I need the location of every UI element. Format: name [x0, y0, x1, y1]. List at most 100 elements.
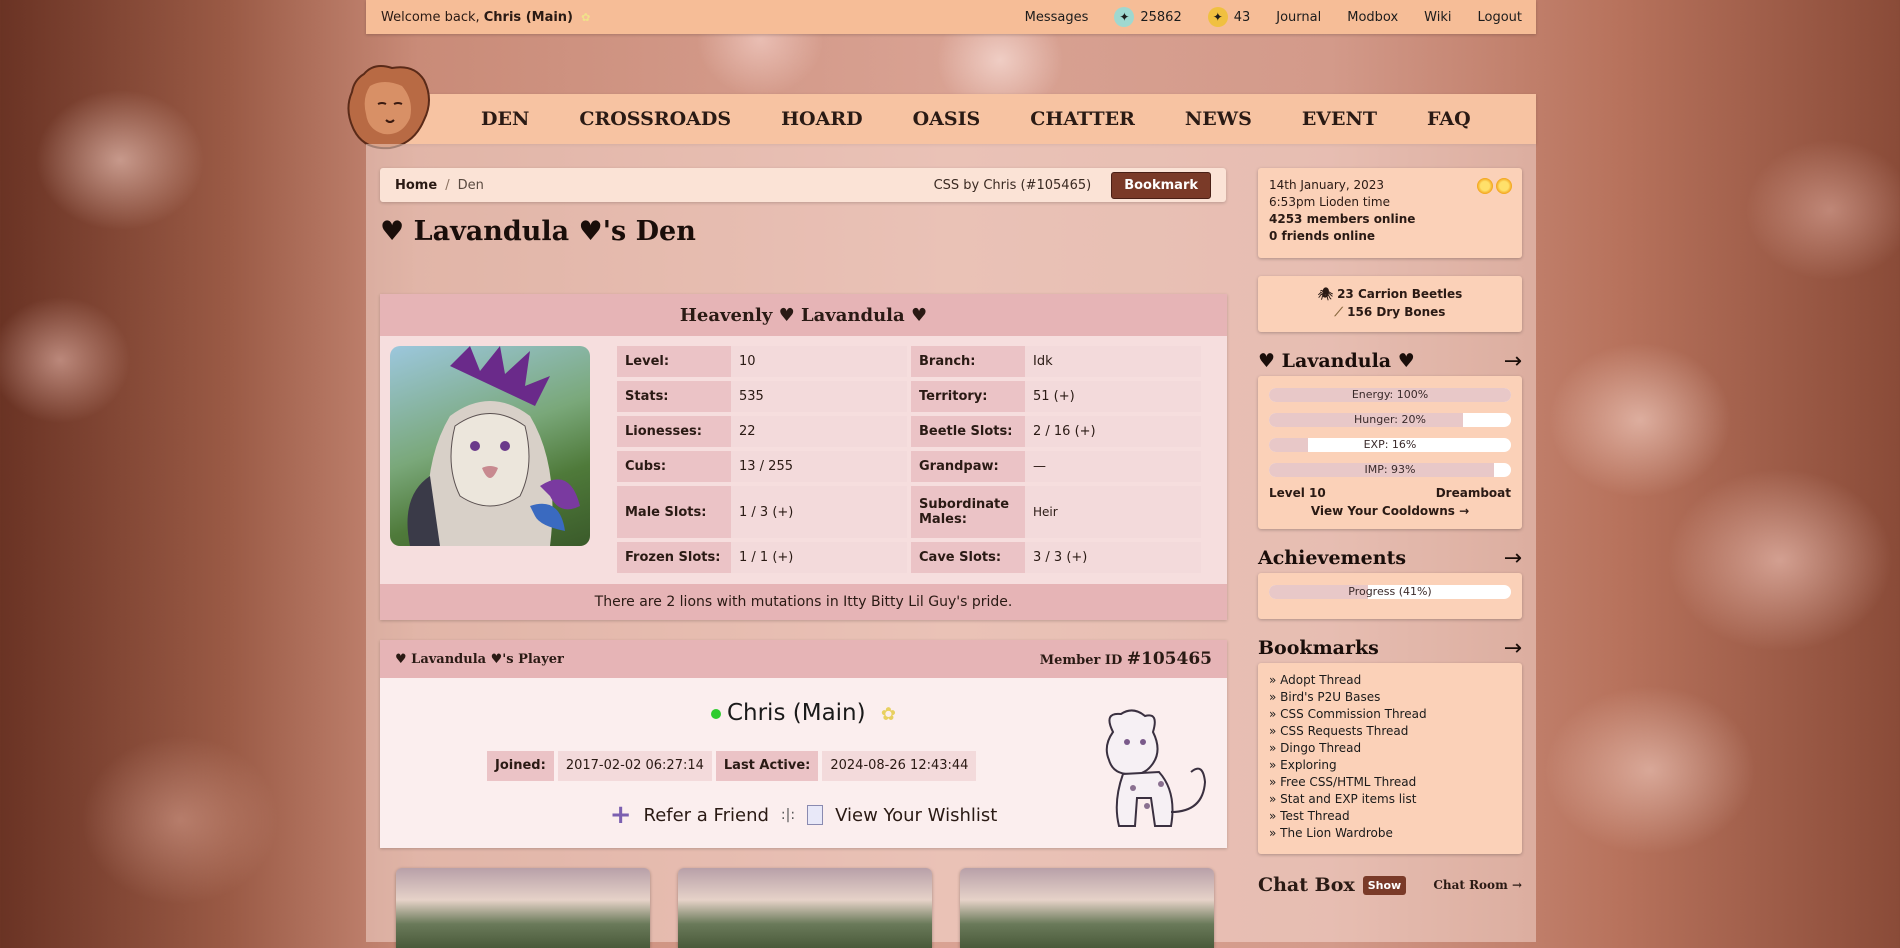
nav-crossroads[interactable]: CROSSROADS: [579, 108, 731, 130]
nav-news[interactable]: NEWS: [1185, 108, 1252, 130]
bookmark-link[interactable]: » CSS Commission Thread: [1269, 706, 1511, 723]
imp-bar: IMP: 93%: [1269, 463, 1511, 477]
male-slots-value[interactable]: 1 / 3 (+): [731, 486, 907, 538]
nav-den[interactable]: DEN: [481, 108, 529, 130]
arrow-right-icon[interactable]: →: [1504, 349, 1522, 374]
bookmark-button[interactable]: Bookmark: [1111, 171, 1211, 199]
achievements-box: Progress (41%): [1258, 573, 1522, 619]
arrow-right-icon[interactable]: →: [1504, 546, 1522, 571]
journal-link[interactable]: Journal: [1276, 10, 1321, 25]
main-nav: DEN CROSSROADS HOARD OASIS CHATTER NEWS …: [366, 94, 1536, 144]
wiki-link[interactable]: Wiki: [1424, 10, 1451, 25]
stat-label: Branch:: [911, 346, 1025, 377]
waterfall-image[interactable]: [678, 868, 932, 948]
lion-logo-icon[interactable]: [344, 60, 434, 152]
member-id-label: Member ID: [1039, 653, 1123, 668]
lion-stats-grid: Level: 10 Branch: Idk Stats: 535 Territo…: [617, 346, 1209, 573]
members-online[interactable]: 4253 members online: [1269, 211, 1511, 228]
nav-chatter[interactable]: CHATTER: [1030, 108, 1135, 130]
nav-faq[interactable]: FAQ: [1427, 108, 1471, 130]
joined-value: 2017-02-02 06:27:14: [557, 751, 712, 781]
username[interactable]: Chris (Main): [484, 10, 573, 25]
modbox-link[interactable]: Modbox: [1347, 10, 1398, 25]
wishlist-link[interactable]: View Your Wishlist: [835, 805, 997, 826]
achievements-title[interactable]: Achievements: [1258, 547, 1406, 569]
waterfall-image[interactable]: [396, 868, 650, 948]
breadcrumb: Home / Den CSS by Chris (#105465) Bookma…: [380, 168, 1226, 202]
waterfall-image[interactable]: [960, 868, 1214, 948]
player-card-header: ♥ Lavandula ♥'s Player Member ID #105465: [380, 640, 1227, 678]
breadcrumb-home[interactable]: Home: [395, 178, 437, 193]
chat-box-heading: Chat Box Show Chat Room →: [1258, 870, 1522, 900]
arrow-right-icon[interactable]: →: [1504, 636, 1522, 661]
energy-bar: Energy: 100%: [1269, 388, 1511, 402]
friends-online[interactable]: 0 friends online: [1269, 228, 1511, 245]
bone-icon: ⟋: [1334, 305, 1343, 319]
dry-bones: ⟋ 156 Dry Bones: [1269, 303, 1511, 321]
bookmark-link[interactable]: » Dingo Thread: [1269, 740, 1511, 757]
bookmark-link[interactable]: » CSS Requests Thread: [1269, 723, 1511, 740]
stat-value: 10: [731, 346, 907, 377]
achievements-heading: Achievements →: [1258, 543, 1522, 573]
chat-show-button[interactable]: Show: [1362, 875, 1407, 895]
stat-label: Grandpaw:: [911, 451, 1025, 482]
plus-icon: +: [609, 800, 632, 830]
nav-hoard[interactable]: HOARD: [781, 108, 863, 130]
nav-oasis[interactable]: OASIS: [913, 108, 981, 130]
online-status-icon: [710, 708, 721, 719]
last-active-value: 2024-08-26 12:43:44: [822, 751, 977, 781]
lion-summary-title[interactable]: ♥ Lavandula ♥: [1258, 350, 1415, 372]
page-title: ♥ Lavandula ♥'s Den: [380, 216, 696, 247]
lion-portrait[interactable]: [390, 346, 590, 546]
stat-value: Idk: [1025, 346, 1201, 377]
chat-room-link[interactable]: Chat Room →: [1433, 878, 1522, 892]
hunger-bar: Hunger: 20%: [1269, 413, 1511, 427]
nav-event[interactable]: EVENT: [1302, 108, 1377, 130]
player-card: ♥ Lavandula ♥'s Player Member ID #105465…: [380, 640, 1227, 848]
messages-link[interactable]: Messages: [1025, 10, 1089, 25]
frozen-slots-value[interactable]: 1 / 1 (+): [731, 542, 907, 573]
stat-label: Cave Slots:: [911, 542, 1025, 573]
resources-box: 🕷 23 Carrion Beetles ⟋ 156 Dry Bones: [1258, 276, 1522, 332]
cave-slots-value[interactable]: 3 / 3 (+): [1025, 542, 1201, 573]
silver-beetle-count: 25862: [1140, 9, 1182, 25]
stat-value: 13 / 255: [731, 451, 907, 482]
breadcrumb-separator: /: [445, 177, 450, 193]
time-box: 14th January, 2023 6:53pm Lioden time 42…: [1258, 168, 1522, 258]
beetle-icon: 🕷: [1317, 287, 1333, 301]
bookmark-link[interactable]: » Exploring: [1269, 757, 1511, 774]
player-name[interactable]: Chris (Main): [727, 700, 866, 726]
bookmarks-title[interactable]: Bookmarks: [1258, 637, 1379, 659]
gold-beetle-currency[interactable]: ✦ 43: [1207, 7, 1250, 27]
silver-beetle-currency[interactable]: ✦ 25862: [1114, 7, 1182, 27]
lion-summary-box: Energy: 100% Hunger: 20% EXP: 16% IMP: 9…: [1258, 376, 1522, 529]
stat-label: Frozen Slots:: [617, 542, 731, 573]
flower-icon: ✿: [581, 10, 591, 24]
beetle-slots-value[interactable]: 2 / 16 (+): [1025, 416, 1201, 447]
bookmark-link[interactable]: » The Lion Wardrobe: [1269, 825, 1511, 842]
bookmark-link[interactable]: » Bird's P2U Bases: [1269, 689, 1511, 706]
stat-value: 535: [731, 381, 907, 412]
bookmark-link[interactable]: » Stat and EXP items list: [1269, 791, 1511, 808]
sun-icon: [1477, 178, 1493, 194]
lion-card: Heavenly ♥ Lavandula ♥ Level: 10 Branch:…: [380, 294, 1227, 620]
logout-link[interactable]: Logout: [1477, 10, 1522, 25]
stat-label: Stats:: [617, 381, 731, 412]
lion-cub-sprite-icon: [1105, 709, 1207, 827]
territory-value[interactable]: 51 (+): [1025, 381, 1201, 412]
stat-label: Territory:: [911, 381, 1025, 412]
stat-value: 22: [731, 416, 907, 447]
bookmark-link[interactable]: » Test Thread: [1269, 808, 1511, 825]
player-dates: Joined: 2017-02-02 06:27:14 Last Active:…: [487, 751, 977, 781]
bookmark-link[interactable]: » Adopt Thread: [1269, 672, 1511, 689]
cooldowns-link[interactable]: View Your Cooldowns →: [1269, 504, 1511, 518]
css-credit[interactable]: CSS by Chris (#105465): [934, 178, 1092, 193]
top-links: Messages ✦ 25862 ✦ 43 Journal Modbox Wik…: [999, 7, 1536, 27]
member-id: Member ID #105465: [1040, 649, 1212, 669]
bookmark-link[interactable]: » Free CSS/HTML Thread: [1269, 774, 1511, 791]
welcome-message: Welcome back, Chris (Main) ✿: [366, 10, 590, 25]
stat-label: Beetle Slots:: [911, 416, 1025, 447]
refer-friend-link[interactable]: Refer a Friend: [644, 805, 769, 826]
lion-level: Level 10: [1269, 486, 1326, 500]
stat-value: Heir: [1025, 486, 1201, 538]
